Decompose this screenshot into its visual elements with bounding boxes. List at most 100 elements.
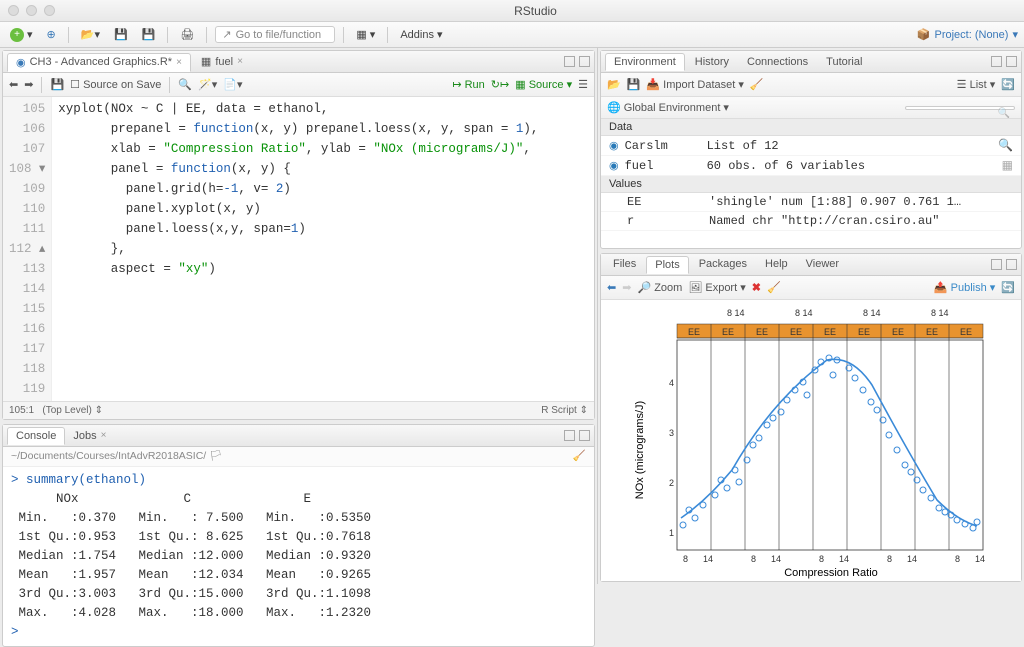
env-list-mode[interactable]: ☰ List ▾ [957, 78, 996, 91]
viewer-tab[interactable]: Viewer [798, 256, 847, 272]
forward-icon[interactable]: ➡ [24, 78, 33, 91]
zoom-button[interactable]: 🔎 Zoom [637, 281, 682, 294]
wand-icon[interactable]: 🪄▾ [198, 78, 217, 91]
source-tab-2[interactable]: ▦fuel× [193, 53, 251, 70]
clear-plots-icon[interactable]: 🧹 [767, 281, 781, 294]
maximize-env-icon[interactable] [1006, 56, 1017, 67]
plots-tab[interactable]: Plots [646, 256, 688, 274]
svg-text:14: 14 [771, 554, 781, 564]
svg-text:8 14: 8 14 [931, 308, 949, 318]
working-dir[interactable]: ~/Documents/Courses/IntAdvR2018ASIC/ [11, 450, 206, 462]
svg-text:8 14: 8 14 [795, 308, 813, 318]
save-button[interactable]: 💾 [110, 27, 132, 42]
env-row-r[interactable]: rNamed chr "http://cran.csiro.au" [601, 212, 1021, 231]
env-scope[interactable]: 🌐 Global Environment ▾ [607, 101, 729, 114]
svg-text:2: 2 [669, 478, 674, 488]
svg-text:8 14: 8 14 [863, 308, 881, 318]
history-tab[interactable]: History [687, 54, 737, 70]
find-icon[interactable]: 🔍 [178, 78, 192, 91]
remove-plot-icon[interactable]: ✖ [752, 281, 761, 294]
plot-ylabel: NOx (micrograms/J) [634, 401, 646, 499]
minimize-pane-icon[interactable] [564, 56, 575, 67]
environment-tab[interactable]: Environment [605, 53, 685, 71]
new-project-button[interactable]: ⊕ [43, 27, 60, 42]
svg-text:14: 14 [839, 554, 849, 564]
cursor-position: 105:1 [9, 405, 34, 416]
svg-text:8 14: 8 14 [727, 308, 745, 318]
tutorial-tab[interactable]: Tutorial [818, 54, 870, 70]
svg-text:EE: EE [790, 327, 802, 337]
plot-next-icon[interactable]: ➡ [622, 281, 631, 294]
plot-prev-icon[interactable]: ⬅ [607, 281, 616, 294]
svg-text:14: 14 [975, 554, 985, 564]
maximize-pane-icon[interactable] [579, 56, 590, 67]
project-menu[interactable]: 📦 Project: (None) ▾ [917, 28, 1018, 41]
svg-text:8: 8 [751, 554, 756, 564]
source-on-save-checkbox[interactable]: ☐ Source on Save [70, 78, 161, 91]
code-editor[interactable]: xyplot(NOx ~ C | EE, data = ethanol, pre… [52, 97, 544, 401]
minimize-console-icon[interactable] [564, 430, 575, 441]
rerun-button[interactable]: ↻↦ [491, 78, 509, 91]
svg-text:1: 1 [669, 528, 674, 538]
svg-text:8: 8 [819, 554, 824, 564]
source-tab-1[interactable]: ◉CH3 - Advanced Graphics.R*× [7, 53, 191, 72]
outline-icon[interactable]: ☰ [578, 78, 588, 91]
env-data-header: Data [601, 119, 1021, 136]
packages-tab[interactable]: Packages [691, 256, 755, 272]
new-file-button[interactable]: +▾ [6, 27, 37, 43]
svg-text:14: 14 [703, 554, 713, 564]
window-traffic-lights[interactable] [8, 5, 55, 16]
plot-canvas: NOx (micrograms/J) Compression Ratio 1 2 3… [601, 300, 1021, 582]
run-button[interactable]: ↦ Run [452, 78, 484, 91]
maximize-console-icon[interactable] [579, 430, 590, 441]
clear-env-icon[interactable]: 🧹 [750, 78, 764, 91]
refresh-env-icon[interactable]: 🔄 [1001, 78, 1015, 91]
goto-file-input[interactable]: ↗ Go to file/function [215, 26, 335, 43]
help-tab[interactable]: Help [757, 256, 796, 272]
import-dataset-button[interactable]: 📥 Import Dataset ▾ [646, 78, 743, 91]
addins-menu[interactable]: Addins ▾ [396, 27, 446, 42]
connections-tab[interactable]: Connections [739, 54, 816, 70]
clear-console-icon[interactable]: 🧹 [573, 449, 586, 462]
minimize-plots-icon[interactable] [991, 259, 1002, 270]
export-button[interactable]: 🖼 Export ▾ [688, 281, 745, 294]
svg-text:3: 3 [669, 428, 674, 438]
notebook-icon[interactable]: 📄▾ [223, 78, 242, 91]
save-all-button[interactable]: 💾 [138, 27, 160, 42]
svg-text:EE: EE [926, 327, 938, 337]
env-search-input[interactable] [905, 106, 1015, 110]
env-row-ee[interactable]: EE'shingle' num [1:88] 0.907 0.761 1… [601, 193, 1021, 212]
svg-text:14: 14 [907, 554, 917, 564]
svg-text:EE: EE [892, 327, 904, 337]
env-values-header: Values [601, 176, 1021, 193]
console-tab[interactable]: Console [7, 427, 65, 445]
console-output[interactable]: > summary(ethanol) NOx C E Min. :0.370 M… [3, 467, 594, 646]
back-icon[interactable]: ⬅ [9, 78, 18, 91]
jobs-tab[interactable]: Jobs× [65, 428, 114, 444]
file-type[interactable]: R Script ⇕ [541, 405, 588, 416]
open-file-button[interactable]: 📂▾ [77, 27, 104, 42]
env-row-fuel[interactable]: ◉fuel60 obs. of 6 variables▦ [601, 156, 1021, 176]
env-row-carslm[interactable]: ◉CarslmList of 12🔍 [601, 136, 1021, 156]
minimize-env-icon[interactable] [991, 56, 1002, 67]
svg-text:EE: EE [688, 327, 700, 337]
svg-text:EE: EE [824, 327, 836, 337]
code-scope[interactable]: (Top Level) [42, 405, 91, 416]
publish-button[interactable]: 📤 Publish ▾ [934, 281, 995, 294]
files-tab[interactable]: Files [605, 256, 644, 272]
window-title: RStudio [55, 4, 1016, 18]
svg-text:EE: EE [722, 327, 734, 337]
load-workspace-icon[interactable]: 📂 [607, 78, 621, 91]
refresh-plot-icon[interactable]: 🔄 [1001, 281, 1015, 294]
svg-text:EE: EE [960, 327, 972, 337]
print-button[interactable]: 🖨 [176, 27, 198, 42]
source-button[interactable]: ▦ Source ▾ [515, 78, 572, 91]
grid-button[interactable]: ▦ ▾ [352, 27, 379, 42]
svg-text:EE: EE [756, 327, 768, 337]
plot-xlabel: Compression Ratio [784, 567, 878, 579]
svg-text:8: 8 [955, 554, 960, 564]
save-workspace-icon[interactable]: 💾 [627, 78, 641, 91]
line-gutter: 105 106 107 108 ▾ 109 110 111 112 ▴ 113 … [3, 97, 52, 401]
maximize-plots-icon[interactable] [1006, 259, 1017, 270]
save-source-button[interactable]: 💾 [50, 78, 64, 91]
